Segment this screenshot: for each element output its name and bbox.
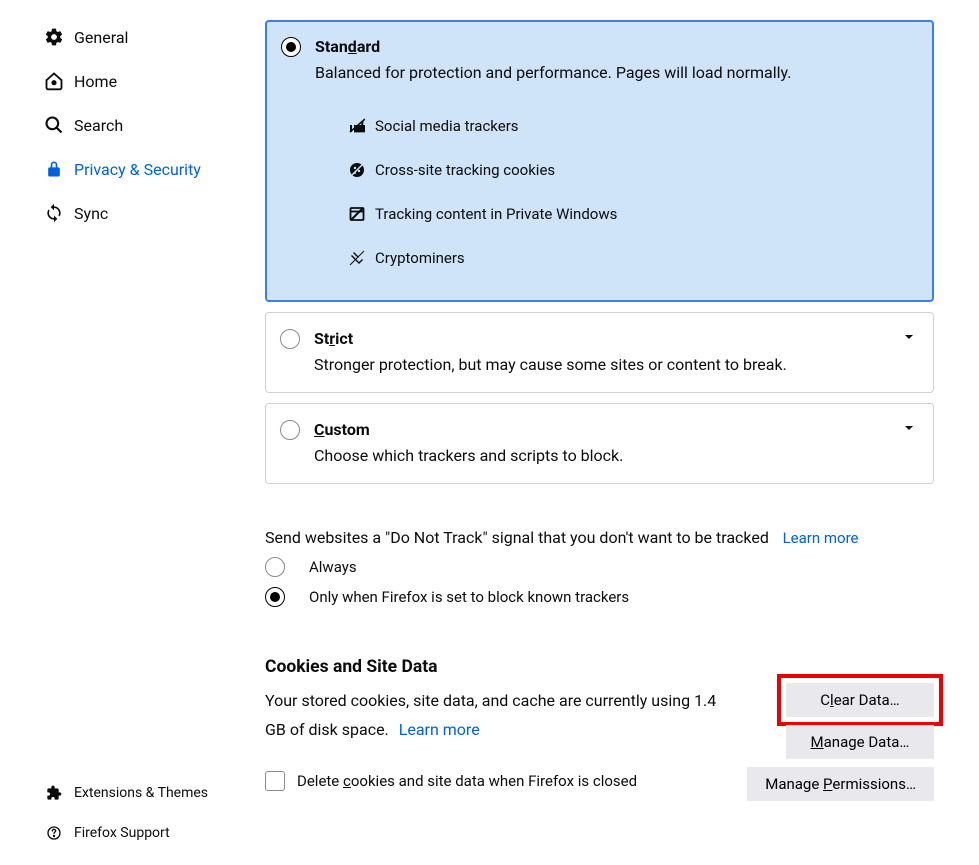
- sync-icon: [44, 203, 64, 223]
- cookies-learn-more-link[interactable]: Learn more: [399, 720, 480, 739]
- sidebar-item-extensions[interactable]: Extensions & Themes: [0, 773, 255, 813]
- checkbox-label: Delete cookies and site data when Firefo…: [297, 772, 637, 790]
- thumb-icon: [349, 118, 365, 134]
- sidebar-item-label: Search: [74, 116, 123, 135]
- sidebar-item-support[interactable]: Firefox Support: [0, 813, 255, 853]
- dnt-learn-more-link[interactable]: Learn more: [783, 529, 859, 547]
- clear-data-button[interactable]: Clear Data…: [786, 683, 934, 717]
- tracking-content-icon: [349, 206, 365, 222]
- sidebar-item-sync[interactable]: Sync: [0, 191, 255, 235]
- radio-label: Always: [309, 558, 357, 576]
- protection-card-header: Custom: [266, 404, 933, 446]
- protection-card-custom[interactable]: Custom Choose which trackers and scripts…: [265, 403, 934, 484]
- protection-card-header: Strict: [266, 313, 933, 355]
- gear-icon: [44, 27, 64, 47]
- protection-desc-custom: Choose which trackers and scripts to blo…: [266, 446, 933, 483]
- sidebar-item-general[interactable]: General: [0, 15, 255, 59]
- delete-cookies-checkbox[interactable]: [265, 771, 285, 791]
- tracker-label: Cross-site tracking cookies: [375, 161, 555, 179]
- tracker-label: Social media trackers: [375, 117, 519, 135]
- dnt-row: Send websites a "Do Not Track" signal th…: [265, 528, 934, 547]
- cookies-heading: Cookies and Site Data: [265, 657, 934, 677]
- lock-icon: [44, 159, 64, 179]
- radio-custom[interactable]: [280, 420, 300, 440]
- protection-card-standard[interactable]: Standard Balanced for protection and per…: [265, 20, 934, 302]
- tracker-item-cryptominers: Cryptominers: [349, 236, 912, 280]
- cookies-buttons: Clear Data… Manage Data… Manage Permissi…: [747, 683, 934, 801]
- chevron-down-icon: [903, 420, 915, 432]
- tracker-list: Social media trackers Cross-site trackin…: [267, 92, 932, 300]
- sidebar-item-privacy-security[interactable]: Privacy & Security: [0, 147, 255, 191]
- protection-desc-strict: Stronger protection, but may cause some …: [266, 355, 933, 392]
- radio-strict[interactable]: [280, 329, 300, 349]
- tracker-label: Tracking content in Private Windows: [375, 205, 617, 223]
- search-icon: [44, 115, 64, 135]
- tracker-item-social: Social media trackers: [349, 104, 912, 148]
- sidebar-item-label: Privacy & Security: [74, 160, 201, 179]
- radio-dnt-always[interactable]: [265, 557, 285, 577]
- manage-permissions-button[interactable]: Manage Permissions…: [747, 767, 934, 801]
- sidebar-item-label: Extensions & Themes: [74, 785, 208, 801]
- protection-title-standard: Standard: [315, 37, 380, 56]
- sidebar: General Home Search Privacy & Security S…: [0, 0, 255, 865]
- dnt-section: Send websites a "Do Not Track" signal th…: [265, 494, 934, 607]
- protection-card-strict[interactable]: Strict Stronger protection, but may caus…: [265, 312, 934, 393]
- sidebar-item-label: Firefox Support: [74, 825, 170, 841]
- sidebar-item-search[interactable]: Search: [0, 103, 255, 147]
- protection-card-header: Standard: [267, 22, 932, 63]
- protection-title-strict: Strict: [314, 329, 353, 348]
- help-icon: [44, 823, 64, 843]
- cookies-desc: Your stored cookies, site data, and cach…: [265, 687, 725, 745]
- cookies-section: Cookies and Site Data Your stored cookie…: [265, 657, 934, 791]
- sidebar-item-label: Sync: [74, 204, 108, 223]
- radio-dot: [270, 592, 280, 602]
- sidebar-item-label: Home: [74, 72, 117, 91]
- sidebar-bottom: Extensions & Themes Firefox Support: [0, 773, 255, 865]
- radio-label: Only when Firefox is set to block known …: [309, 588, 629, 606]
- radio-standard[interactable]: [281, 37, 301, 57]
- cryptominer-icon: [349, 250, 365, 266]
- sidebar-top: General Home Search Privacy & Security S…: [0, 15, 255, 773]
- tracker-item-cookies: Cross-site tracking cookies: [349, 148, 912, 192]
- chevron-down-icon: [903, 329, 915, 341]
- sidebar-item-label: General: [74, 28, 128, 47]
- protection-desc-standard: Balanced for protection and performance.…: [267, 63, 932, 92]
- radio-dot: [286, 42, 296, 52]
- puzzle-icon: [44, 783, 64, 803]
- protection-title-custom: Custom: [314, 420, 370, 439]
- main: Standard Balanced for protection and per…: [255, 0, 979, 865]
- radio-dnt-only-when[interactable]: [265, 587, 285, 607]
- dnt-only-when-option[interactable]: Only when Firefox is set to block known …: [265, 587, 934, 607]
- tracker-label: Cryptominers: [375, 249, 465, 267]
- sidebar-item-home[interactable]: Home: [0, 59, 255, 103]
- home-icon: [44, 71, 64, 91]
- dnt-text: Send websites a "Do Not Track" signal th…: [265, 528, 769, 547]
- cookie-icon: [349, 162, 365, 178]
- manage-data-button[interactable]: Manage Data…: [786, 725, 934, 759]
- dnt-always-option[interactable]: Always: [265, 557, 934, 577]
- tracker-item-tracking-content: Tracking content in Private Windows: [349, 192, 912, 236]
